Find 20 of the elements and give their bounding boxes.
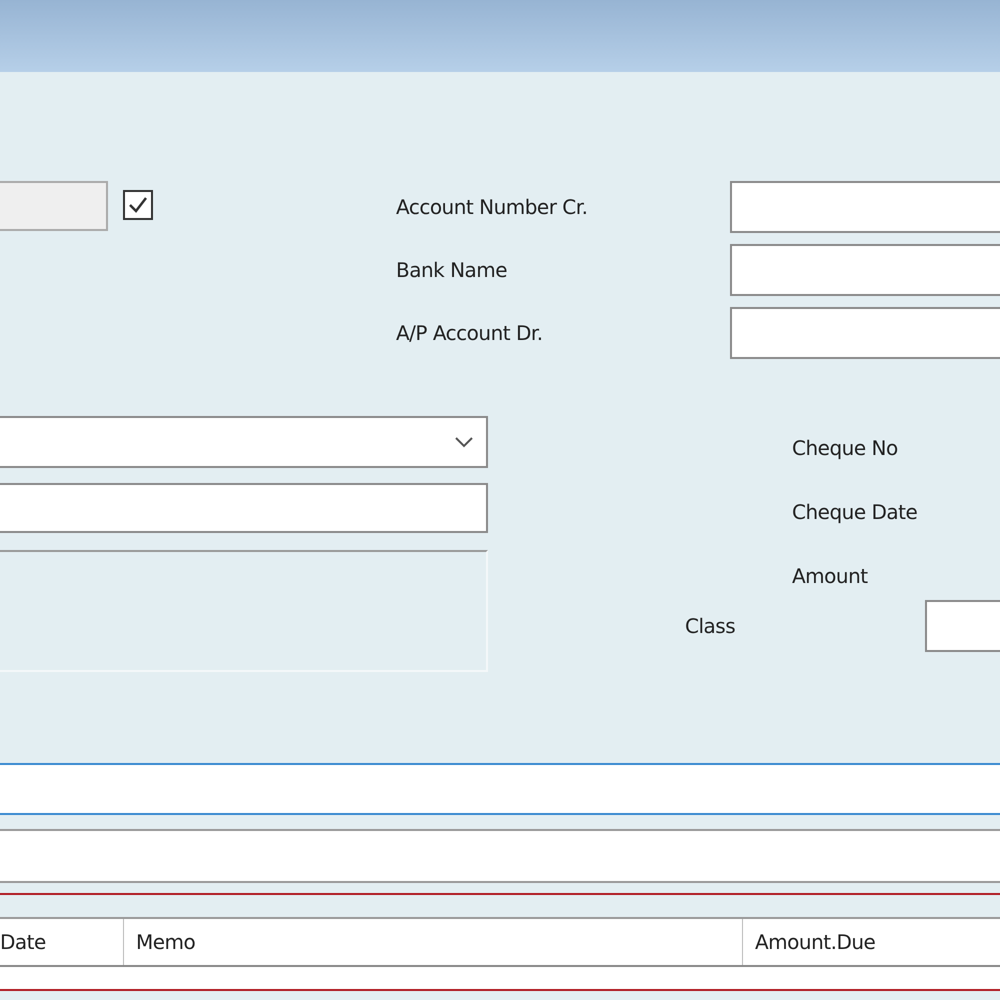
input-strip[interactable] (0, 763, 1000, 815)
column-header[interactable]: Date (0, 919, 123, 965)
field-label: Cheque No (792, 436, 898, 460)
dropdown[interactable] (0, 416, 488, 468)
field-label: A/P Account Dr. (396, 321, 544, 345)
field-label: Bank Name (396, 258, 508, 282)
checkbox[interactable] (123, 190, 153, 220)
column-header[interactable]: Amount.Due (742, 919, 1000, 965)
text-field[interactable] (0, 483, 488, 533)
field-label: Class (685, 614, 736, 638)
input-strip[interactable] (0, 829, 1000, 883)
text-field[interactable] (730, 181, 1000, 233)
field-label: Account Number Cr. (396, 195, 589, 219)
chevron-down-icon (454, 436, 474, 448)
field-label: Amount (792, 564, 868, 588)
text-field[interactable] (730, 244, 1000, 296)
field-label: Cheque Date (792, 500, 918, 524)
text-field[interactable] (925, 600, 1000, 652)
text-field[interactable] (730, 307, 1000, 359)
column-header[interactable]: Memo (123, 919, 742, 965)
